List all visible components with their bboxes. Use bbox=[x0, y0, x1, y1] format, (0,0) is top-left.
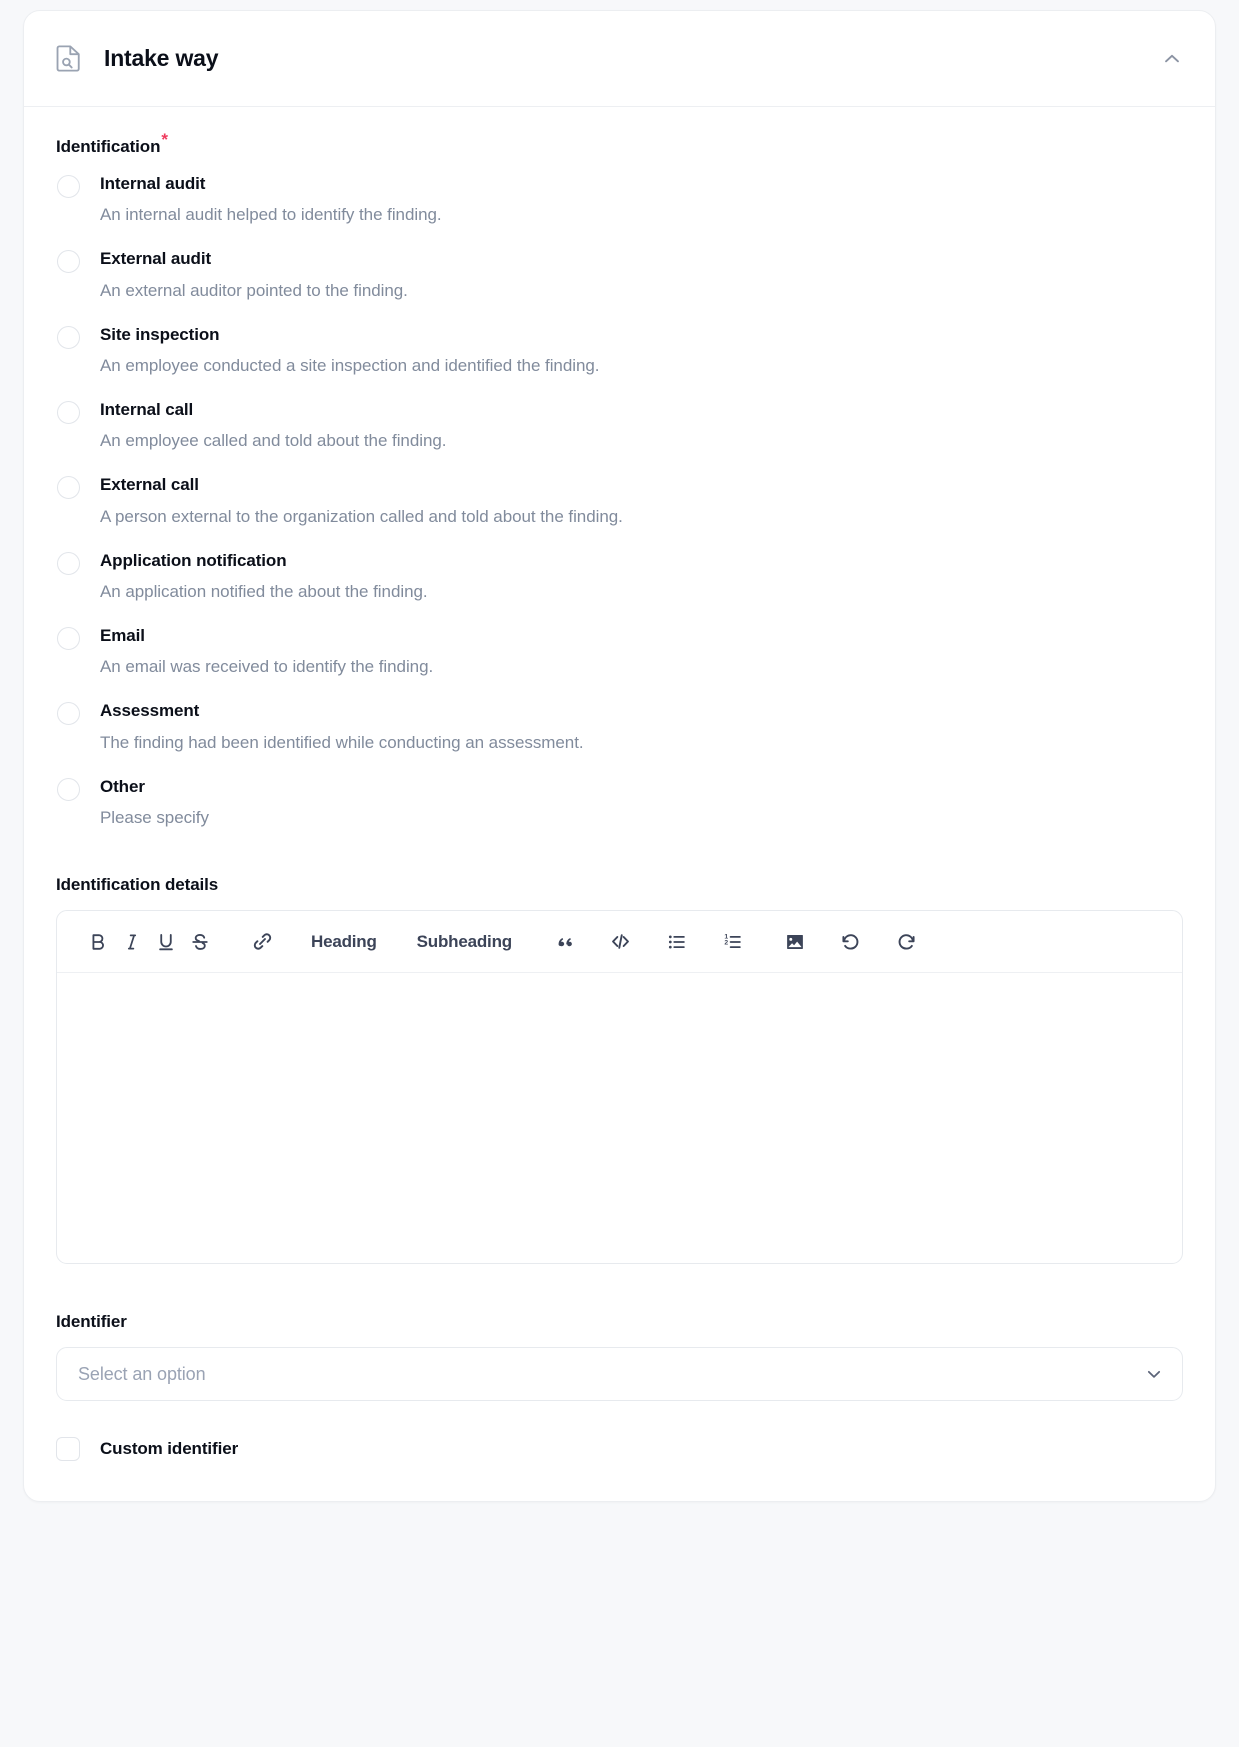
rich-text-editor: Heading Subheading 1 2 bbox=[56, 910, 1183, 1265]
radio-option-description: An internal audit helped to identify the… bbox=[100, 205, 442, 225]
radio-indicator[interactable] bbox=[57, 401, 80, 425]
numbered-list-button[interactable]: 1 2 bbox=[716, 925, 750, 959]
page-root: Intake way Identification* Internal audi… bbox=[0, 0, 1239, 1747]
radio-option-description: The finding had been identified while co… bbox=[100, 732, 584, 752]
radio-option-label: External audit bbox=[100, 249, 212, 269]
radio-option-application-notification[interactable]: Application notification An application … bbox=[56, 550, 1183, 603]
blockquote-icon bbox=[554, 931, 576, 953]
radio-indicator[interactable] bbox=[57, 551, 80, 575]
italic-button[interactable] bbox=[115, 925, 149, 959]
numbered-list-icon: 1 2 bbox=[722, 931, 744, 953]
radio-option-description: An external auditor pointed to the findi… bbox=[100, 280, 408, 300]
card-body: Identification* Internal audit An intern… bbox=[24, 107, 1215, 1501]
card-header: Intake way bbox=[24, 11, 1215, 107]
editor-toolbar: Heading Subheading 1 2 bbox=[57, 911, 1182, 974]
identification-radio-group: Internal audit An internal audit helped … bbox=[56, 173, 1183, 829]
radio-indicator[interactable] bbox=[57, 702, 80, 726]
identifier-label: Identifier bbox=[56, 1312, 127, 1332]
bold-button[interactable] bbox=[81, 925, 115, 959]
radio-option-label: Assessment bbox=[100, 701, 200, 721]
chevron-down-icon bbox=[1144, 1364, 1164, 1384]
heading-button[interactable]: Heading bbox=[301, 925, 387, 959]
document-search-icon bbox=[56, 44, 82, 74]
link-icon bbox=[251, 930, 274, 953]
underline-icon bbox=[155, 931, 177, 953]
underline-button[interactable] bbox=[149, 925, 183, 959]
radio-option-label: Internal audit bbox=[100, 174, 206, 193]
identification-label-text: Identification bbox=[56, 137, 161, 156]
subheading-button[interactable]: Subheading bbox=[407, 925, 522, 959]
radio-option-internal-call[interactable]: Internal call An employee called and tol… bbox=[56, 399, 1183, 452]
radio-option-label: Other bbox=[100, 776, 145, 796]
radio-indicator[interactable] bbox=[57, 175, 80, 198]
identification-label: Identification* bbox=[56, 131, 1183, 157]
intake-way-card: Intake way Identification* Internal audi… bbox=[23, 10, 1216, 1503]
collapse-section-button[interactable] bbox=[1155, 42, 1189, 76]
radio-option-external-audit[interactable]: External audit An external auditor point… bbox=[56, 248, 1183, 301]
blockquote-button[interactable] bbox=[548, 925, 582, 959]
radio-option-label: Site inspection bbox=[100, 324, 220, 344]
radio-option-description: An employee conducted a site inspection … bbox=[100, 355, 600, 375]
radio-option-other[interactable]: Other Please specify bbox=[56, 776, 1183, 829]
radio-indicator[interactable] bbox=[57, 627, 80, 651]
code-block-icon bbox=[609, 930, 632, 953]
radio-option-external-call[interactable]: External call A person external to the o… bbox=[56, 474, 1183, 527]
insert-image-button[interactable] bbox=[778, 925, 812, 959]
radio-option-label: Application notification bbox=[100, 550, 287, 570]
custom-identifier-label: Custom identifier bbox=[100, 1439, 239, 1459]
radio-indicator[interactable] bbox=[57, 476, 80, 500]
radio-option-internal-audit[interactable]: Internal audit An internal audit helped … bbox=[56, 173, 1183, 226]
undo-button[interactable] bbox=[834, 925, 868, 959]
link-button[interactable] bbox=[245, 925, 279, 959]
undo-icon bbox=[839, 930, 862, 953]
bullet-list-button[interactable] bbox=[660, 925, 694, 959]
radio-option-assessment[interactable]: Assessment The finding had been identifi… bbox=[56, 700, 1183, 753]
radio-indicator[interactable] bbox=[57, 250, 80, 274]
redo-icon bbox=[895, 930, 918, 953]
radio-option-email[interactable]: Email An email was received to identify … bbox=[56, 625, 1183, 678]
radio-option-description: A person external to the organization ca… bbox=[100, 506, 623, 526]
identifier-select[interactable]: Select an option bbox=[56, 1347, 1183, 1402]
radio-option-label: Internal call bbox=[100, 400, 194, 420]
bold-icon bbox=[87, 931, 109, 953]
custom-identifier-checkbox-row[interactable]: Custom identifier bbox=[56, 1437, 1183, 1462]
required-asterisk: * bbox=[161, 130, 168, 150]
custom-identifier-checkbox[interactable] bbox=[56, 1437, 80, 1462]
code-block-button[interactable] bbox=[604, 925, 638, 959]
bullet-list-icon bbox=[666, 931, 688, 953]
radio-option-description: An employee called and told about the fi… bbox=[100, 431, 447, 451]
radio-option-label: External call bbox=[100, 475, 199, 495]
strikethrough-icon bbox=[189, 931, 211, 953]
identifier-select-value: Select an option bbox=[78, 1363, 206, 1384]
chevron-up-icon bbox=[1161, 48, 1183, 70]
radio-indicator[interactable] bbox=[57, 325, 80, 349]
svg-text:2: 2 bbox=[724, 939, 728, 946]
radio-option-description: An application notified the about the fi… bbox=[100, 581, 428, 601]
italic-icon bbox=[121, 931, 143, 953]
radio-option-description: Please specify bbox=[100, 808, 209, 827]
strikethrough-button[interactable] bbox=[183, 925, 217, 959]
page-title: Intake way bbox=[104, 45, 219, 71]
radio-option-label: Email bbox=[100, 626, 145, 646]
identification-details-input[interactable] bbox=[57, 973, 1182, 1263]
identification-details-label: Identification details bbox=[56, 875, 219, 895]
radio-option-description: An email was received to identify the fi… bbox=[100, 657, 434, 677]
redo-button[interactable] bbox=[890, 925, 924, 959]
image-icon bbox=[784, 931, 806, 953]
radio-option-site-inspection[interactable]: Site inspection An employee conducted a … bbox=[56, 324, 1183, 377]
radio-indicator[interactable] bbox=[57, 777, 80, 801]
